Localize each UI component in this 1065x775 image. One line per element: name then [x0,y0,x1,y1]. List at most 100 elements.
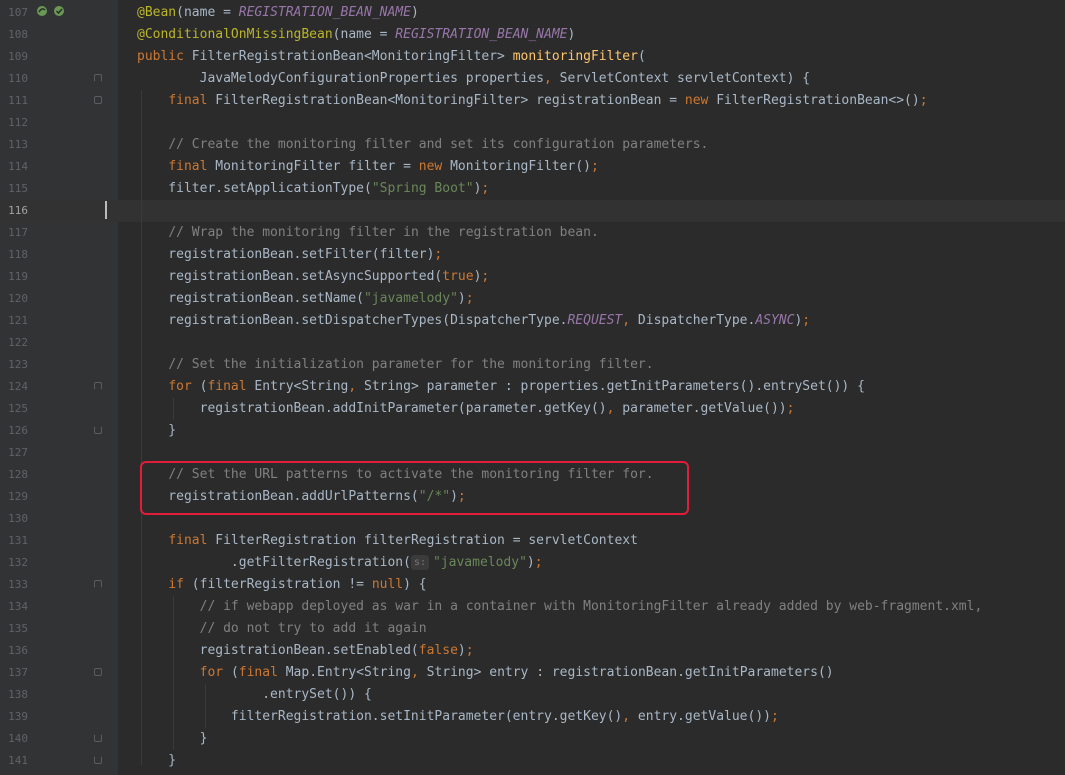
line-number[interactable]: 138 [0,684,28,706]
code-line[interactable]: 112 [0,112,1065,134]
code-text[interactable]: registrationBean.setAsyncSupported(true)… [137,266,489,288]
line-number[interactable]: 110 [0,68,28,90]
code-line[interactable]: 132 .getFilterRegistration(s: "javamelody… [0,552,1065,574]
line-number[interactable]: 112 [0,112,28,134]
code-text[interactable]: // if webapp deployed as war in a contai… [137,596,983,618]
line-number[interactable]: 131 [0,530,28,552]
code-line[interactable]: 119 registrationBean.setAsyncSupported(t… [0,266,1065,288]
fold-toggle-icon[interactable] [94,668,102,676]
line-number[interactable]: 140 [0,728,28,750]
line-number[interactable]: 125 [0,398,28,420]
code-text[interactable]: JavaMelodyConfigurationProperties proper… [137,68,811,90]
line-number[interactable]: 107 [0,2,28,24]
line-number[interactable]: 121 [0,310,28,332]
code-line[interactable]: 120 registrationBean.setName("javamelody… [0,288,1065,310]
code-text[interactable]: filterRegistration.setInitParameter(entr… [137,706,779,728]
code-line[interactable]: 111 final FilterRegistrationBean<Monitor… [0,90,1065,112]
code-text[interactable]: } [137,750,176,772]
code-line[interactable]: 135 // do not try to add it again [0,618,1065,640]
code-line[interactable]: 107 @Bean(name = REGISTRATION_BEAN_NAME) [0,2,1065,24]
code-line[interactable]: 140 } [0,728,1065,750]
code-line[interactable]: 110 JavaMelodyConfigurationProperties pr… [0,68,1065,90]
line-number[interactable]: 129 [0,486,28,508]
line-number[interactable]: 127 [0,442,28,464]
fold-toggle-icon[interactable] [94,734,102,742]
line-number[interactable]: 114 [0,156,28,178]
code-line[interactable]: 117 // Wrap the monitoring filter in the… [0,222,1065,244]
code-text[interactable]: filter.setApplicationType("Spring Boot")… [137,178,489,200]
code-text[interactable]: for (final Entry<String, String> paramet… [137,376,865,398]
code-line[interactable]: 134 // if webapp deployed as war in a co… [0,596,1065,618]
line-number[interactable]: 124 [0,376,28,398]
bean-run-icon[interactable] [36,5,48,17]
code-line[interactable]: 133 if (filterRegistration != null) { [0,574,1065,596]
line-number[interactable]: 115 [0,178,28,200]
line-number[interactable]: 119 [0,266,28,288]
code-line[interactable]: 121 registrationBean.setDispatcherTypes(… [0,310,1065,332]
fold-toggle-icon[interactable] [94,74,102,82]
code-text[interactable]: registrationBean.setEnabled(false); [137,640,474,662]
code-line[interactable]: 116 [0,200,1065,222]
code-text[interactable]: } [137,420,176,442]
code-text[interactable]: if (filterRegistration != null) { [137,574,426,596]
code-line[interactable]: 109 public FilterRegistrationBean<Monitor… [0,46,1065,68]
code-text[interactable]: // Create the monitoring filter and set … [137,134,708,156]
line-number[interactable]: 111 [0,90,28,112]
fold-toggle-icon[interactable] [94,96,102,104]
code-line[interactable]: 139 filterRegistration.setInitParameter(… [0,706,1065,728]
code-text[interactable]: // do not try to add it again [137,618,427,640]
code-line[interactable]: 122 [0,332,1065,354]
code-text[interactable]: @ConditionalOnMissingBean(name = REGISTR… [137,24,575,46]
code-line[interactable]: 124 for (final Entry<String, String> par… [0,376,1065,398]
code-text[interactable]: registrationBean.setDispatcherTypes(Disp… [137,310,810,332]
code-text[interactable]: registrationBean.setName("javamelody"); [137,288,473,310]
line-number[interactable]: 120 [0,288,28,310]
code-text[interactable]: // Wrap the monitoring filter in the reg… [137,222,598,244]
code-line[interactable]: 108 @ConditionalOnMissingBean(name = REGI… [0,24,1065,46]
line-number[interactable]: 118 [0,244,28,266]
code-line[interactable]: 138 .entrySet()) { [0,684,1065,706]
code-text[interactable]: public FilterRegistrationBean<Monitoring… [137,46,646,68]
code-line[interactable]: 113 // Create the monitoring filter and … [0,134,1065,156]
line-number[interactable]: 134 [0,596,28,618]
bean-navigate-icon[interactable] [53,5,65,17]
code-line[interactable]: 141 } [0,750,1065,772]
line-number[interactable]: 108 [0,24,28,46]
code-text[interactable]: final MonitoringFilter filter = new Moni… [137,156,599,178]
code-editor[interactable]: 107 @Bean(name = REGISTRATION_BEAN_NAME) 1… [0,0,1065,775]
fold-toggle-icon[interactable] [94,426,102,434]
code-line[interactable]: 115 filter.setApplicationType("Spring Bo… [0,178,1065,200]
code-text[interactable]: final FilterRegistration filterRegistrat… [137,530,638,552]
line-number[interactable]: 123 [0,354,28,376]
line-number[interactable]: 137 [0,662,28,684]
line-number[interactable]: 132 [0,552,28,574]
fold-toggle-icon[interactable] [94,382,102,390]
fold-toggle-icon[interactable] [94,756,102,764]
line-number[interactable]: 139 [0,706,28,728]
line-number[interactable]: 113 [0,134,28,156]
code-line[interactable]: 126 } [0,420,1065,442]
line-number[interactable]: 136 [0,640,28,662]
fold-toggle-icon[interactable] [94,580,102,588]
code-line[interactable]: 137 for (final Map.Entry<String, String>… [0,662,1065,684]
code-text[interactable]: registrationBean.addInitParameter(parame… [137,398,795,420]
code-text[interactable]: for (final Map.Entry<String, String> ent… [137,662,834,684]
line-number[interactable]: 130 [0,508,28,530]
line-number[interactable]: 126 [0,420,28,442]
code-line[interactable]: 118 registrationBean.setFilter(filter); [0,244,1065,266]
line-number[interactable]: 133 [0,574,28,596]
code-line[interactable]: 123 // Set the initialization parameter … [0,354,1065,376]
code-text[interactable]: // Set the initialization parameter for … [137,354,653,376]
line-number[interactable]: 116 [0,200,28,222]
line-number[interactable]: 117 [0,222,28,244]
line-number[interactable]: 109 [0,46,28,68]
line-number[interactable]: 135 [0,618,28,640]
line-number[interactable]: 128 [0,464,28,486]
line-number[interactable]: 122 [0,332,28,354]
code-text[interactable]: final FilterRegistrationBean<MonitoringF… [137,90,927,112]
code-text[interactable]: .getFilterRegistration(s: "javamelody"); [137,552,543,574]
line-number[interactable]: 141 [0,750,28,772]
code-line[interactable]: 114 final MonitoringFilter filter = new … [0,156,1065,178]
code-text[interactable]: registrationBean.setFilter(filter); [137,244,442,266]
code-text[interactable]: @Bean(name = REGISTRATION_BEAN_NAME) [137,2,419,24]
